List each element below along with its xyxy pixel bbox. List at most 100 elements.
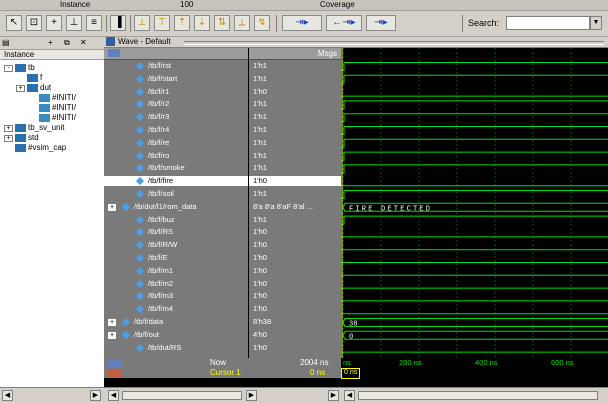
- signal-diamond-icon: [136, 151, 144, 160]
- zoom-in-icon[interactable]: +: [46, 15, 62, 31]
- signal-row[interactable]: + /tb/dut/l1/rom_data: [104, 202, 248, 212]
- signal-value: 1'h0: [253, 304, 267, 314]
- edge-prev-icon[interactable]: ⊥: [134, 15, 150, 31]
- signal-row[interactable]: /tb/f/E: [104, 253, 248, 263]
- cursor-value[interactable]: 0 ns: [310, 368, 325, 378]
- step-over-icon[interactable]: ⇥▸: [366, 15, 396, 31]
- expand-toggle-icon[interactable]: -: [4, 65, 13, 72]
- signal-value: 1'h1: [253, 137, 267, 147]
- panel-add-icon[interactable]: +: [48, 37, 53, 49]
- search-input[interactable]: [506, 16, 590, 30]
- instance-column-header[interactable]: Instance: [0, 50, 104, 60]
- bookmark-icon[interactable]: ▐: [110, 15, 126, 31]
- signal-row[interactable]: + /tb/f/data: [104, 317, 248, 327]
- signal-name: /tb/f/m3: [148, 291, 174, 301]
- tree-item-label: std: [28, 133, 39, 142]
- wave-scroll-track[interactable]: [358, 391, 598, 400]
- signal-waveform: 0: [342, 330, 608, 341]
- edge-find-icon[interactable]: ⟂: [234, 15, 250, 31]
- cursor-marker[interactable]: 0 ns: [341, 368, 361, 379]
- tree-item[interactable]: #vsim_cap: [4, 143, 66, 153]
- signal-value: 1'h1: [253, 61, 267, 70]
- signal-row[interactable]: /tb/f/r4: [104, 125, 248, 135]
- tree-item[interactable]: - tb: [4, 63, 35, 73]
- signal-value: 1'h0: [253, 86, 267, 96]
- signal-row[interactable]: /tb/f/fire: [104, 176, 248, 187]
- signal-row[interactable]: /tb/f/R/W: [104, 240, 248, 250]
- wave-compare-icon[interactable]: ≡: [86, 15, 102, 31]
- edge-rise-icon[interactable]: ⇡: [174, 15, 190, 31]
- signal-value: 1'h0: [249, 176, 341, 187]
- panel-undock-icon[interactable]: ⧉: [64, 37, 70, 49]
- signal-name: /tb/f/rst: [148, 61, 171, 70]
- zoom-value[interactable]: 100: [180, 0, 193, 9]
- panel-close-icon[interactable]: ✕: [80, 37, 87, 49]
- signal-value: 1'h1: [253, 163, 267, 173]
- tree-item[interactable]: #INITI/: [28, 113, 76, 123]
- edge-last-icon[interactable]: ↯: [254, 15, 270, 31]
- pointer-icon[interactable]: ↖: [6, 15, 22, 31]
- cursor-label[interactable]: Cursor 1: [210, 368, 241, 378]
- scroll-right-icon[interactable]: ▶: [246, 390, 257, 401]
- expand-toggle-icon[interactable]: +: [4, 135, 13, 142]
- tree-item[interactable]: #INITI/: [28, 93, 76, 103]
- signal-row[interactable]: /tb/f/soil: [104, 189, 248, 199]
- timeline-ruler[interactable]: ns 200 ns 400 ns 600 ns 0 ns: [341, 358, 608, 379]
- expand-toggle-icon[interactable]: +: [108, 331, 116, 339]
- tree-item[interactable]: #INITI/: [28, 103, 76, 113]
- scroll-right-icon[interactable]: ▶: [90, 390, 101, 401]
- scroll-right-icon[interactable]: ▶: [328, 390, 339, 401]
- expand-toggle-icon[interactable]: +: [16, 85, 25, 92]
- signal-row[interactable]: /tb/f/ro: [104, 151, 248, 161]
- expand-toggle-icon[interactable]: +: [4, 125, 13, 132]
- step-icon[interactable]: ⇥▸: [282, 15, 322, 31]
- signal-row[interactable]: /tb/f/m2: [104, 279, 248, 289]
- signal-row[interactable]: /tb/f/m1: [104, 266, 248, 276]
- signal-row[interactable]: /tb/f/smoke: [104, 163, 248, 173]
- signal-row[interactable]: /tb/f/buz: [104, 215, 248, 225]
- step-into-icon[interactable]: ←⇥▸: [326, 15, 362, 31]
- tree-item[interactable]: + std: [4, 133, 39, 143]
- tree-item[interactable]: + dut: [16, 83, 51, 93]
- signal-row[interactable]: /tb/f/r3: [104, 112, 248, 122]
- scroll-left-icon[interactable]: ◀: [344, 390, 355, 401]
- signal-diamond-icon: [136, 62, 144, 71]
- tree-item[interactable]: + tb_sv_unit: [4, 123, 64, 133]
- signal-value: 1'h0: [253, 227, 267, 237]
- wave-window-title: Wave - Default: [104, 37, 608, 48]
- coverage-dropdown-label[interactable]: Coverage: [320, 0, 355, 9]
- wave-settings-icon[interactable]: [108, 49, 120, 57]
- now-label: Now: [210, 358, 227, 367]
- waveform-canvas[interactable]: FIRE DETECTED 38 0: [341, 48, 608, 358]
- instance-dropdown-label[interactable]: Instance: [60, 0, 90, 9]
- signal-row[interactable]: /tb/f/rst: [104, 61, 248, 71]
- expand-toggle-icon[interactable]: +: [108, 319, 116, 326]
- signal-row[interactable]: /tb/f/re: [104, 138, 248, 148]
- signal-name: /tb/f/m2: [148, 278, 174, 288]
- zoom-area-icon[interactable]: ⊡: [26, 15, 42, 31]
- signal-scroll-thumb[interactable]: [122, 391, 242, 400]
- signal-row[interactable]: /tb/f/r2: [104, 99, 248, 109]
- signal-row[interactable]: /tb/f/RS: [104, 227, 248, 237]
- expand-toggle-icon[interactable]: +: [108, 203, 116, 211]
- signal-diamond-icon: [136, 343, 144, 352]
- search-dropdown-icon[interactable]: ▼: [590, 16, 602, 30]
- signal-row[interactable]: + /tb/f/out: [104, 330, 248, 340]
- signal-row[interactable]: /tb/dut/RS: [104, 343, 248, 353]
- cursor-icon[interactable]: [108, 369, 122, 377]
- signal-row[interactable]: /tb/f/start: [104, 74, 248, 84]
- edge-next-icon[interactable]: ⊤: [154, 15, 170, 31]
- ruler-icon[interactable]: ⊥: [66, 15, 82, 31]
- edge-fall-icon[interactable]: ⇣: [194, 15, 210, 31]
- scroll-left-icon[interactable]: ◀: [2, 390, 13, 401]
- scroll-left-icon[interactable]: ◀: [108, 390, 119, 401]
- signal-diamond-icon: [136, 215, 144, 224]
- waveform-area[interactable]: FIRE DETECTED 38 0: [341, 48, 608, 358]
- signal-value: 1'h0: [253, 265, 267, 275]
- tree-item[interactable]: f: [16, 73, 42, 83]
- signal-row[interactable]: /tb/f/r1: [104, 87, 248, 97]
- edge-any-icon[interactable]: ⇅: [214, 15, 230, 31]
- signal-row[interactable]: /tb/f/m3: [104, 291, 248, 301]
- signal-row[interactable]: /tb/f/m4: [104, 304, 248, 314]
